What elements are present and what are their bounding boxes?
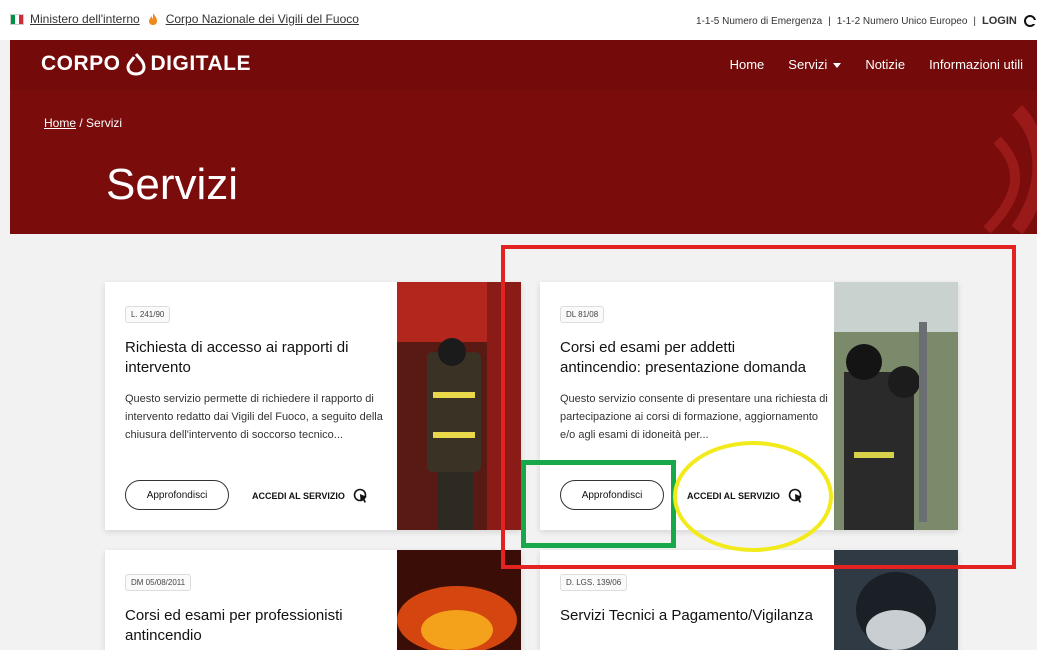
accedi-servizio-label: ACCEDI AL SERVIZIO [252, 491, 345, 501]
ministry-link[interactable]: Ministero dell'interno [30, 12, 140, 26]
hero-header: CORPO DIGITALE Home Servizi Notizie Info… [10, 40, 1037, 234]
nav-item-servizi-label: Servizi [788, 57, 828, 72]
nav-item-informazioni[interactable]: Informazioni utili [929, 57, 1023, 72]
service-card: L. 241/90 Richiesta di accesso ai rappor… [105, 282, 521, 530]
separator: | [828, 15, 831, 27]
logo-text-right: DIGITALE [150, 52, 251, 75]
nav-item-home[interactable]: Home [730, 57, 765, 72]
highlight-yellow-ellipse [673, 441, 833, 552]
separator: | [973, 15, 977, 27]
page-title: Servizi [106, 160, 239, 209]
breadcrumb-separator: / [79, 116, 83, 130]
accedi-servizio-link[interactable]: ACCEDI AL SERVIZIO [252, 488, 369, 504]
login-link[interactable]: LOGIN [982, 15, 1017, 27]
approfondisci-button[interactable]: Approfondisci [125, 480, 229, 510]
emergency-number-115: 1-1-5 Numero di Emergenza [696, 15, 823, 27]
corpo-digitale-logo[interactable]: CORPO DIGITALE [41, 52, 251, 76]
law-badge: D. LGS. 139/06 [560, 574, 628, 591]
law-badge: L. 241/90 [125, 306, 171, 323]
logo-text-left: CORPO [41, 52, 121, 75]
nav-item-servizi[interactable]: Servizi [788, 57, 842, 72]
flame-icon [148, 13, 157, 25]
logo-flame-icon [126, 53, 146, 76]
card-title: Richiesta di accesso ai rapporti di inte… [125, 339, 349, 376]
law-badge: DM 05/08/2011 [125, 574, 192, 591]
institution-links: Ministero dell'interno Corpo Nazionale d… [10, 12, 359, 26]
corps-link[interactable]: Corpo Nazionale dei Vigili del Fuoco [166, 12, 359, 26]
main-menu: Home Servizi Notizie Informazioni utili [730, 57, 1023, 72]
highlight-green-box [521, 460, 676, 548]
breadcrumb-home[interactable]: Home [44, 116, 76, 130]
login-icon[interactable] [1023, 14, 1037, 28]
card-title: Corsi ed esami per professionisti antinc… [125, 607, 343, 644]
breadcrumb: Home / Servizi [44, 116, 122, 130]
emergency-number-112: 1-1-2 Numero Unico Europeo [836, 15, 968, 27]
emergency-numbers: 1-1-5 Numero di Emergenza | 1-1-2 Numero… [696, 14, 1037, 28]
card-title: Servizi Tecnici a Pagamento/Vigilanza [560, 607, 813, 624]
italy-flag-icon [10, 13, 24, 25]
decorative-flame-graphic [983, 105, 1037, 234]
nav-item-notizie[interactable]: Notizie [865, 57, 905, 72]
breadcrumb-current: Servizi [86, 116, 123, 130]
top-utility-bar: Ministero dell'interno Corpo Nazionale d… [0, 0, 1037, 40]
chevron-down-icon [833, 63, 842, 69]
service-card: DM 05/08/2011 Corsi ed esami per profess… [105, 550, 521, 650]
card-description: Questo servizio permette di richiedere i… [125, 393, 383, 441]
cursor-click-icon [353, 488, 367, 503]
main-navbar: CORPO DIGITALE Home Servizi Notizie Info… [10, 40, 1037, 90]
